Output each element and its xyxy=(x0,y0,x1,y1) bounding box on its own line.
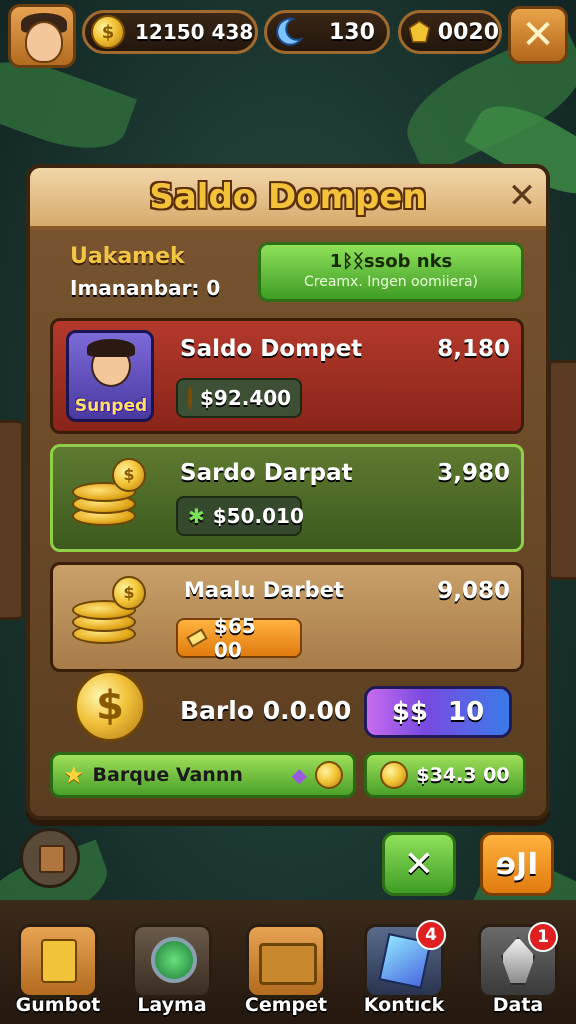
coin-icon xyxy=(315,761,343,789)
row-chip-value: $50.010 xyxy=(212,504,304,528)
portrait-label: Sunped xyxy=(74,396,148,416)
moon-count: 130 xyxy=(329,19,375,45)
row-amount: 9,080 xyxy=(437,578,510,604)
purple-gem-icon: ◆ xyxy=(291,763,307,787)
row-name: Maalu Darbet xyxy=(184,578,344,602)
coin-counter[interactable]: $ 12150 438 xyxy=(82,10,258,54)
portrait-hair xyxy=(87,339,135,357)
gem-button-value: 10 xyxy=(448,697,485,727)
gem-count: 0020 xyxy=(437,19,499,45)
panel-close-button[interactable]: ✕ xyxy=(502,176,542,216)
nav-label: Cempet xyxy=(244,994,328,1016)
star-icon: ★ xyxy=(63,761,85,789)
nav-tab-gumbot[interactable] xyxy=(18,924,98,998)
orange-action-label: ɘJI xyxy=(495,846,539,882)
balance-label: Barlo 0.0.00 xyxy=(180,696,352,725)
box-icon xyxy=(39,845,65,873)
moon-icon xyxy=(276,17,303,46)
row-name: Saldo Dompet xyxy=(180,336,363,362)
row-chip[interactable]: $92.400 xyxy=(176,378,302,418)
coin-count: 12150 438 xyxy=(135,20,254,44)
big-coin-icon: $ xyxy=(74,670,146,742)
leaf-icon: ✱ xyxy=(188,504,205,528)
treasure-chest-icon xyxy=(259,943,317,985)
row-amount: 8,180 xyxy=(437,336,510,362)
coin-icon: $ xyxy=(91,15,125,49)
gold-block-icon xyxy=(41,939,77,983)
row-amount: 3,980 xyxy=(437,460,510,486)
panel-subline: Imananbar: 0 xyxy=(70,276,221,300)
row-chip-value: $65 00 xyxy=(213,614,256,662)
gem-button[interactable]: $$ 10 xyxy=(364,686,512,738)
bonus-bar[interactable]: ★ Barque Vannn ◆ xyxy=(50,752,356,798)
bonus-bar-label: Barque Vannn xyxy=(92,764,243,786)
total-bar[interactable]: $34.3 00 xyxy=(364,752,526,798)
gold-gem-icon xyxy=(408,20,431,43)
notification-badge: 4 xyxy=(416,920,446,950)
nav-label: Layma xyxy=(137,994,207,1016)
nav-label: Gumbot xyxy=(15,994,101,1016)
row-chip[interactable]: $65 00 xyxy=(176,614,302,662)
close-screen-button[interactable]: ✕ xyxy=(508,6,568,64)
gold-bar-icon xyxy=(186,628,208,648)
coin-stack-icon: $ xyxy=(72,458,146,528)
close-icon: ✕ xyxy=(507,176,537,216)
cross-icon: ✕ xyxy=(403,843,435,885)
nav-tab-layma[interactable] xyxy=(132,924,212,998)
dollar-icon: $$ xyxy=(391,697,428,727)
confirm-button[interactable]: ✕ xyxy=(382,832,456,896)
green-button-sublabel: Creamx. Ingen oomiiera) xyxy=(303,274,479,290)
coin-icon xyxy=(188,386,192,410)
avatar-face xyxy=(25,21,63,63)
notification-badge: 1 xyxy=(528,922,558,952)
green-action-button[interactable]: 1ᛒᛝssob nks Creamx. Ingen oomiiera) xyxy=(258,242,524,302)
player-avatar[interactable] xyxy=(8,4,76,68)
coin-icon xyxy=(380,761,409,789)
panel-title: Saldo Dompen xyxy=(149,177,427,217)
coin-stack-icon: $ xyxy=(72,576,146,646)
green-button-label: 1ᛒᛝssob nks xyxy=(329,251,453,272)
nav-tab-cempet[interactable] xyxy=(246,924,326,998)
close-icon: ✕ xyxy=(521,12,555,58)
nav-label: Data xyxy=(492,994,544,1016)
globe-icon xyxy=(151,937,197,983)
moon-counter[interactable]: 130 xyxy=(264,10,390,54)
panel-subtitle: Uakamek xyxy=(70,244,185,269)
total-bar-value: $34.3 00 xyxy=(416,764,510,786)
row-name: Sardo Darpat xyxy=(180,460,353,486)
nav-label: Kontıck xyxy=(363,994,445,1016)
inventory-round-button[interactable] xyxy=(20,828,80,888)
row-chip[interactable]: ✱ $50.010 xyxy=(176,496,304,536)
orange-action-button[interactable]: ɘJI xyxy=(480,832,554,896)
row-chip-value: $92.400 xyxy=(200,386,292,410)
gem-counter[interactable]: 0020 xyxy=(398,10,502,54)
